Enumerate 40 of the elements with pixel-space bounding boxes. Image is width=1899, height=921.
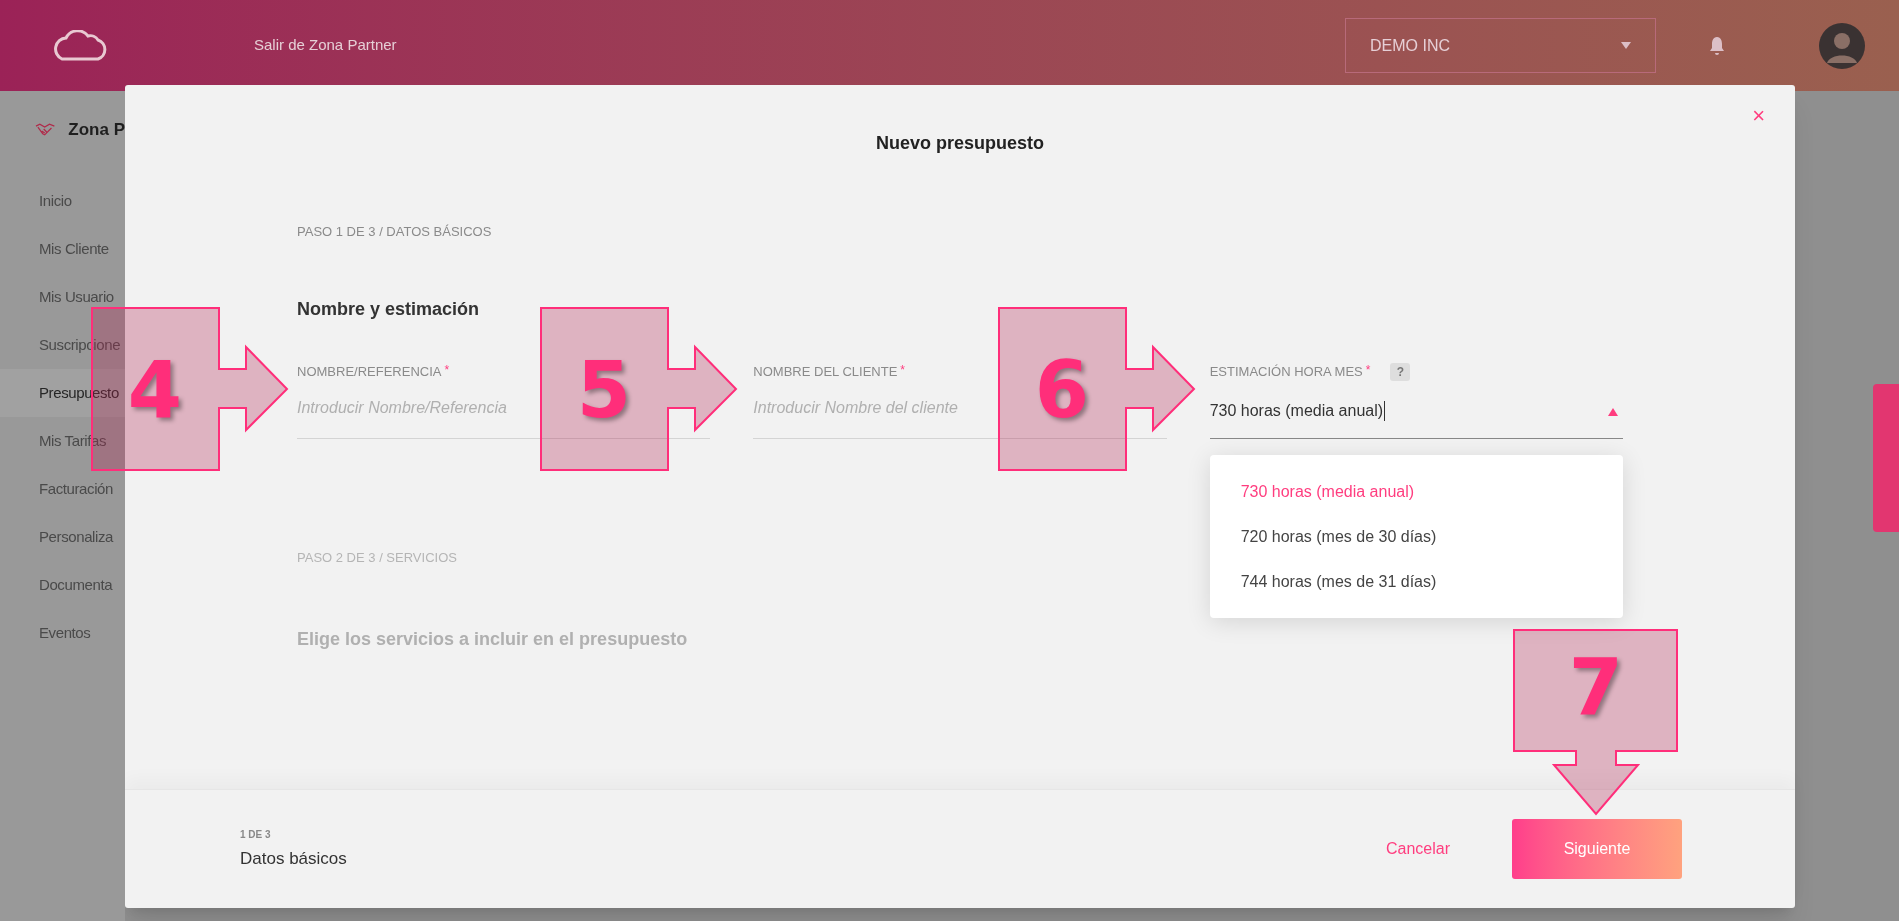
dialog-title: Nuevo presupuesto xyxy=(876,131,1044,155)
account-select[interactable]: DEMO INC xyxy=(1345,18,1656,73)
help-badge[interactable]: ? xyxy=(1390,362,1411,381)
sidebar-item[interactable]: Facturación xyxy=(0,465,125,513)
sidebar-item[interactable]: Personaliza xyxy=(0,513,125,561)
sidebar-item[interactable]: Eventos xyxy=(0,609,125,657)
sidebar-item[interactable]: Inicio xyxy=(0,177,125,225)
dropdown-option[interactable]: 730 horas (media anual) xyxy=(1209,468,1623,514)
close-button[interactable]: × xyxy=(1752,105,1765,127)
step-name: Datos básicos xyxy=(240,847,347,870)
step-heading: PASO 1 DE 3 / DATOS BÁSICOS xyxy=(297,223,493,241)
required-mark: * xyxy=(444,361,450,379)
callout-number: 7 xyxy=(1568,642,1624,732)
section-title: Nombre y estimación xyxy=(297,297,481,321)
section-title: Elige los servicios a incluir en el presupuesto xyxy=(297,627,689,651)
step-count: 1 DE 3 xyxy=(240,827,272,842)
sidebar-item[interactable]: Mis Cliente xyxy=(0,225,125,273)
account-name: DEMO INC xyxy=(1370,35,1450,56)
hours-select[interactable]: 730 horas (media anual) xyxy=(1209,394,1623,439)
cancel-button[interactable]: Cancelar xyxy=(1385,837,1450,861)
dropdown-option[interactable]: 720 horas (mes de 30 días) xyxy=(1209,513,1623,559)
step-heading: PASO 2 DE 3 / SERVICIOS xyxy=(297,549,458,567)
sidebar-item[interactable]: Documenta xyxy=(0,561,125,609)
exit-link[interactable]: Salir de Zona Partner xyxy=(254,34,397,57)
callout-number: 4 xyxy=(127,345,183,435)
handshake-icon xyxy=(35,123,56,137)
sidebar-title: Zona P xyxy=(68,119,125,142)
bell-icon[interactable] xyxy=(1708,35,1726,56)
next-button[interactable]: Siguiente xyxy=(1512,819,1682,879)
dropdown-option[interactable]: 744 horas (mes de 31 días) xyxy=(1209,558,1623,604)
select-value: 730 horas (media anual) xyxy=(1209,400,1386,421)
user-avatar[interactable] xyxy=(1819,22,1865,69)
sidebar-item[interactable]: Mis Usuario xyxy=(0,273,125,321)
caret-icon xyxy=(1608,407,1618,416)
required-mark: * xyxy=(900,361,905,379)
caret-icon xyxy=(1621,42,1631,49)
field-label: ESTIMACIÓN HORA MES xyxy=(1209,362,1363,381)
field-label: NOMBRE DEL CLIENTE xyxy=(753,362,898,381)
required-mark: * xyxy=(1365,361,1371,379)
field-label: NOMBRE/REFERENCIA xyxy=(297,362,442,381)
